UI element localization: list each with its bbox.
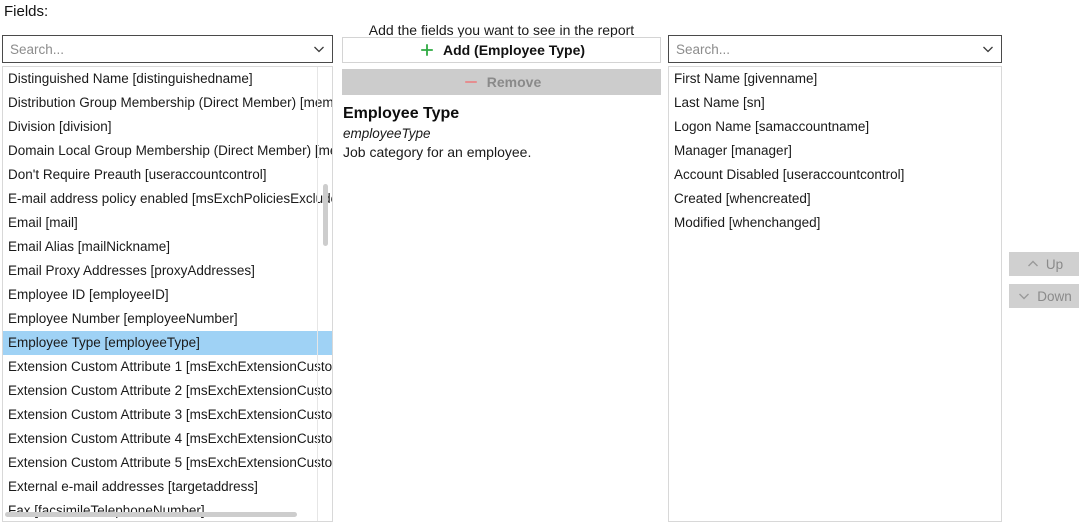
selected-field-list-item[interactable]: Manager [manager]: [669, 139, 1001, 163]
available-field-list-item[interactable]: External e-mail addresses [targetaddress…: [3, 475, 332, 499]
search-input-available-fields-text[interactable]: Search...: [3, 42, 306, 57]
chevron-down-icon: [1016, 288, 1032, 304]
available-field-list-item[interactable]: Distribution Group Membership (Direct Me…: [3, 91, 332, 115]
remove-field-button[interactable]: Remove: [342, 69, 661, 95]
selected-field-list-item[interactable]: Last Name [sn]: [669, 91, 1001, 115]
minus-icon: [462, 73, 480, 91]
available-field-list-item[interactable]: Extension Custom Attribute 2 [msExchExte…: [3, 379, 332, 403]
chevron-down-icon[interactable]: [306, 36, 332, 62]
available-field-list-item[interactable]: E-mail address policy enabled [msExchPol…: [3, 187, 332, 211]
available-field-list-item[interactable]: Division [division]: [3, 115, 332, 139]
available-field-list-item[interactable]: Distinguished Name [distinguishedname]: [3, 67, 332, 91]
available-fields-list-inner: Distinguished Name [distinguishedname] Di…: [3, 67, 332, 521]
chevron-up-icon: [1025, 256, 1041, 272]
available-field-list-item[interactable]: Employee Number [employeeNumber]: [3, 307, 332, 331]
selected-field-list-item[interactable]: Modified [whenchanged]: [669, 211, 1001, 235]
selected-fields-list[interactable]: First Name [givenname] Last Name [sn] Logo…: [668, 66, 1002, 522]
field-description-text: Job category for an employee.: [343, 144, 532, 160]
field-description-title: Employee Type: [343, 105, 460, 122]
available-field-list-item[interactable]: Domain Local Group Membership (Direct Me…: [3, 139, 332, 163]
available-fields-vertical-scrollbar-thumb[interactable]: [323, 184, 328, 246]
add-field-button[interactable]: Add (Employee Type): [342, 37, 661, 63]
search-input-selected-fields-text[interactable]: Search...: [669, 42, 975, 57]
available-fields-horizontal-scrollbar[interactable]: [3, 508, 316, 520]
available-fields-horizontal-scrollbar-thumb[interactable]: [5, 512, 297, 517]
available-field-list-item[interactable]: Extension Custom Attribute 5 [msExchExte…: [3, 451, 332, 475]
plus-icon: [418, 41, 436, 59]
selected-field-list-item[interactable]: First Name [givenname]: [669, 67, 1001, 91]
available-fields-vertical-scrollbar[interactable]: [317, 67, 331, 521]
chevron-down-icon[interactable]: [975, 36, 1001, 62]
available-fields-list[interactable]: Distinguished Name [distinguishedname] Di…: [2, 66, 333, 522]
available-field-list-item[interactable]: Employee ID [employeeID]: [3, 283, 332, 307]
selected-fields-list-inner: First Name [givenname] Last Name [sn] Logo…: [669, 67, 1001, 521]
move-up-button-label: Up: [1045, 256, 1064, 272]
field-description-attribute: employeeType: [343, 126, 431, 141]
available-field-list-item[interactable]: Email Proxy Addresses [proxyAddresses]: [3, 259, 332, 283]
search-input-available-fields[interactable]: Search...: [2, 35, 333, 63]
available-field-list-item[interactable]: Extension Custom Attribute 4 [msExchExte…: [3, 427, 332, 451]
fields-selector-pane: Fields: Search... Distinguished Name [di…: [0, 0, 1081, 526]
available-field-list-item[interactable]: Email [mail]: [3, 211, 332, 235]
move-up-button[interactable]: Up: [1009, 252, 1079, 276]
selected-field-list-item[interactable]: Account Disabled [useraccountcontrol]: [669, 163, 1001, 187]
selected-field-list-item[interactable]: Created [whencreated]: [669, 187, 1001, 211]
remove-field-button-label: Remove: [486, 74, 542, 90]
add-field-button-label: Add (Employee Type): [442, 42, 586, 58]
available-field-list-item[interactable]: Employee Type [employeeType]: [3, 331, 332, 355]
move-down-button-label: Down: [1037, 288, 1072, 304]
available-field-list-item[interactable]: Don't Require Preauth [useraccountcontro…: [3, 163, 332, 187]
available-field-list-item[interactable]: Email Alias [mailNickname]: [3, 235, 332, 259]
move-down-button[interactable]: Down: [1009, 284, 1079, 308]
page-title: Fields:: [4, 3, 49, 20]
available-field-list-item[interactable]: Extension Custom Attribute 1 [msExchExte…: [3, 355, 332, 379]
available-field-list-item[interactable]: Extension Custom Attribute 3 [msExchExte…: [3, 403, 332, 427]
selected-field-list-item[interactable]: Logon Name [samaccountname]: [669, 115, 1001, 139]
search-input-selected-fields[interactable]: Search...: [668, 35, 1002, 63]
